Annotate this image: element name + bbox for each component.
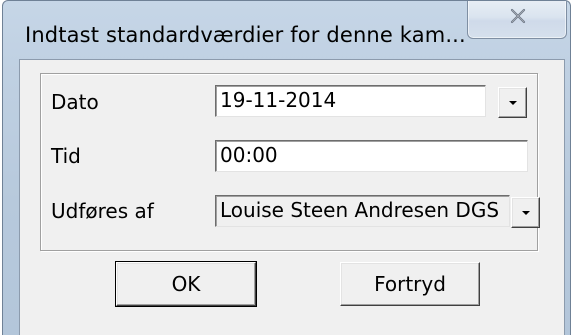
- chevron-down-icon: [509, 101, 517, 105]
- dialog-body: Dato 19-11-2014 Tid 00:00 Udføres af Lou…: [19, 59, 565, 335]
- screen: Indtast standardværdier for denne kam...…: [0, 0, 571, 335]
- close-button[interactable]: [467, 1, 567, 39]
- date-dropdown-button[interactable]: [498, 87, 527, 118]
- ok-button[interactable]: OK: [115, 261, 257, 307]
- fields-group: Dato 19-11-2014 Tid 00:00 Udføres af Lou…: [40, 73, 540, 251]
- date-field[interactable]: 19-11-2014: [215, 85, 486, 117]
- dialog-window: Indtast standardværdier for denne kam...…: [2, 0, 571, 335]
- date-label: Dato: [51, 90, 99, 114]
- time-label: Tid: [51, 144, 81, 168]
- chevron-down-icon: [522, 211, 530, 215]
- close-icon: [510, 8, 526, 24]
- time-field[interactable]: 00:00: [215, 140, 528, 172]
- performed-by-dropdown-button[interactable]: [511, 197, 540, 228]
- cancel-button[interactable]: Fortryd: [340, 262, 480, 306]
- performed-by-label: Udføres af: [51, 199, 154, 223]
- window-title: Indtast standardværdier for denne kam...: [25, 23, 466, 47]
- performed-by-select[interactable]: Louise Steen Andresen DGS: [215, 195, 510, 227]
